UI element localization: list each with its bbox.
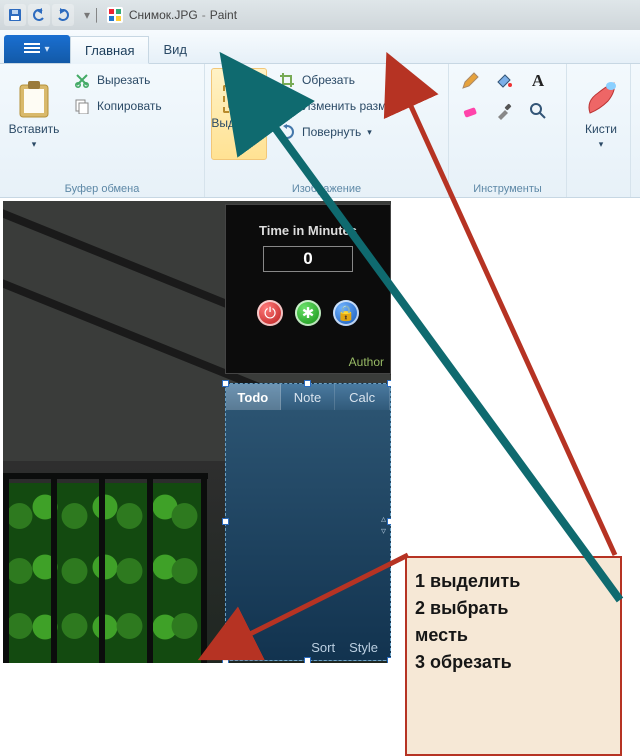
group-clipboard: Вставить ▾ Вырезать Копировать Буфер обм… (0, 64, 205, 197)
file-menu-button[interactable]: ▾ (4, 35, 70, 63)
eraser-tool[interactable] (455, 98, 485, 124)
timer-author: Author (349, 355, 384, 369)
magnifier-tool[interactable] (523, 98, 553, 124)
timer-title: Time in Minutes (259, 223, 357, 238)
group-image: Выделить ▾ Обрезать Изменить размер Пове… (205, 64, 449, 197)
gadget-style[interactable]: Style (349, 640, 378, 655)
gadget-tab-note[interactable]: Note (281, 384, 336, 410)
annotation-line-3: месть (415, 622, 612, 649)
copy-label: Копировать (97, 99, 162, 113)
clipboard-icon (17, 79, 51, 119)
rotate-button[interactable]: Повернуть ▾ (271, 120, 441, 144)
group-image-label: Изображение (211, 183, 442, 195)
brushes-button[interactable]: Кисти ▾ (573, 68, 629, 160)
selection-handle[interactable] (222, 518, 229, 525)
star-icon[interactable]: ✱ (295, 300, 321, 326)
resize-button[interactable]: Изменить размер (271, 94, 441, 118)
annotation-line-4: 3 обрезать (415, 649, 612, 676)
resize-label: Изменить размер (302, 99, 400, 113)
magnifier-icon (529, 102, 547, 120)
copy-button[interactable]: Копировать (66, 94, 169, 118)
power-icon[interactable]: ⏻ (257, 300, 283, 326)
gadget-sort[interactable]: Sort (311, 640, 335, 655)
redo-icon[interactable] (52, 4, 74, 26)
tab-home-label: Главная (85, 43, 134, 58)
tab-home[interactable]: Главная (70, 36, 149, 64)
canvas-area[interactable]: Time in Minutes 0 ⏻ ✱ 🔒 Author Todo Note… (0, 198, 640, 666)
pencil-icon (461, 72, 479, 90)
gadget-side-arrows[interactable]: ▵▿ (381, 514, 386, 538)
selection-handle[interactable] (304, 657, 311, 663)
rotate-label: Повернуть (302, 125, 361, 139)
title-separator: - (202, 8, 206, 22)
crop-button[interactable]: Обрезать (271, 68, 441, 92)
paste-button[interactable]: Вставить ▾ (6, 68, 62, 160)
ribbon: Вставить ▾ Вырезать Копировать Буфер обм… (0, 64, 640, 198)
group-tools: A Инструменты (449, 64, 567, 197)
crop-label: Обрезать (302, 73, 355, 87)
save-icon[interactable] (4, 4, 26, 26)
brushes-label: Кисти (585, 122, 617, 136)
selection-handle[interactable] (387, 518, 391, 525)
brush-icon (584, 79, 618, 119)
eyedropper-icon (495, 102, 513, 120)
lock-icon[interactable]: 🔒 (333, 300, 359, 326)
text-icon: A (532, 71, 544, 91)
select-button[interactable]: Выделить ▾ (211, 68, 267, 160)
selection-handle[interactable] (222, 380, 229, 387)
selection-handle[interactable] (222, 657, 229, 663)
pencil-tool[interactable] (455, 68, 485, 94)
timer-value: 0 (263, 246, 353, 272)
bucket-icon (495, 72, 513, 90)
eraser-icon (461, 102, 479, 120)
selection-handle[interactable] (304, 380, 311, 387)
group-clipboard-label: Буфер обмена (6, 183, 198, 195)
copy-icon (73, 97, 91, 115)
gadget-tab-calc[interactable]: Calc (335, 384, 390, 410)
crop-icon (278, 71, 296, 89)
scissors-icon (73, 71, 91, 89)
cut-button[interactable]: Вырезать (66, 68, 169, 92)
text-tool[interactable]: A (523, 68, 553, 94)
window-titlebar: ▾ │ Снимок.JPG - Paint (0, 0, 640, 30)
selection-handle[interactable] (387, 657, 391, 663)
select-marquee-icon (223, 85, 255, 113)
title-divider: ▾ │ (84, 8, 101, 22)
paint-app-icon (107, 7, 123, 23)
quick-access-toolbar (0, 4, 78, 26)
ribbon-tabstrip: ▾ Главная Вид (0, 30, 640, 64)
paste-label: Вставить (9, 122, 60, 136)
timer-gadget: Time in Minutes 0 ⏻ ✱ 🔒 Author (225, 204, 391, 374)
annotation-line-2: 2 выбрать (415, 595, 612, 622)
annotation-box: 1 выделить 2 выбрать месть 3 обрезать (405, 556, 622, 756)
fill-tool[interactable] (489, 68, 519, 94)
picker-tool[interactable] (489, 98, 519, 124)
annotation-line-1: 1 выделить (415, 568, 612, 595)
tab-view-label: Вид (163, 42, 187, 57)
gadget-tab-todo[interactable]: Todo (226, 384, 281, 410)
undo-icon[interactable] (28, 4, 50, 26)
selection-handle[interactable] (387, 380, 391, 387)
tab-view[interactable]: Вид (149, 35, 201, 63)
document-image: Time in Minutes 0 ⏻ ✱ 🔒 Author Todo Note… (3, 201, 391, 663)
app-name: Paint (210, 8, 237, 22)
cut-label: Вырезать (97, 73, 150, 87)
rotate-icon (278, 123, 296, 141)
select-label: Выделить (211, 116, 266, 130)
document-name: Снимок.JPG (129, 8, 198, 22)
resize-icon (278, 97, 296, 115)
notes-gadget: Todo Note Calc ▵▿ Sort Style (225, 383, 391, 661)
group-tools-label: Инструменты (455, 183, 560, 195)
group-brushes: Кисти ▾ (567, 64, 631, 197)
